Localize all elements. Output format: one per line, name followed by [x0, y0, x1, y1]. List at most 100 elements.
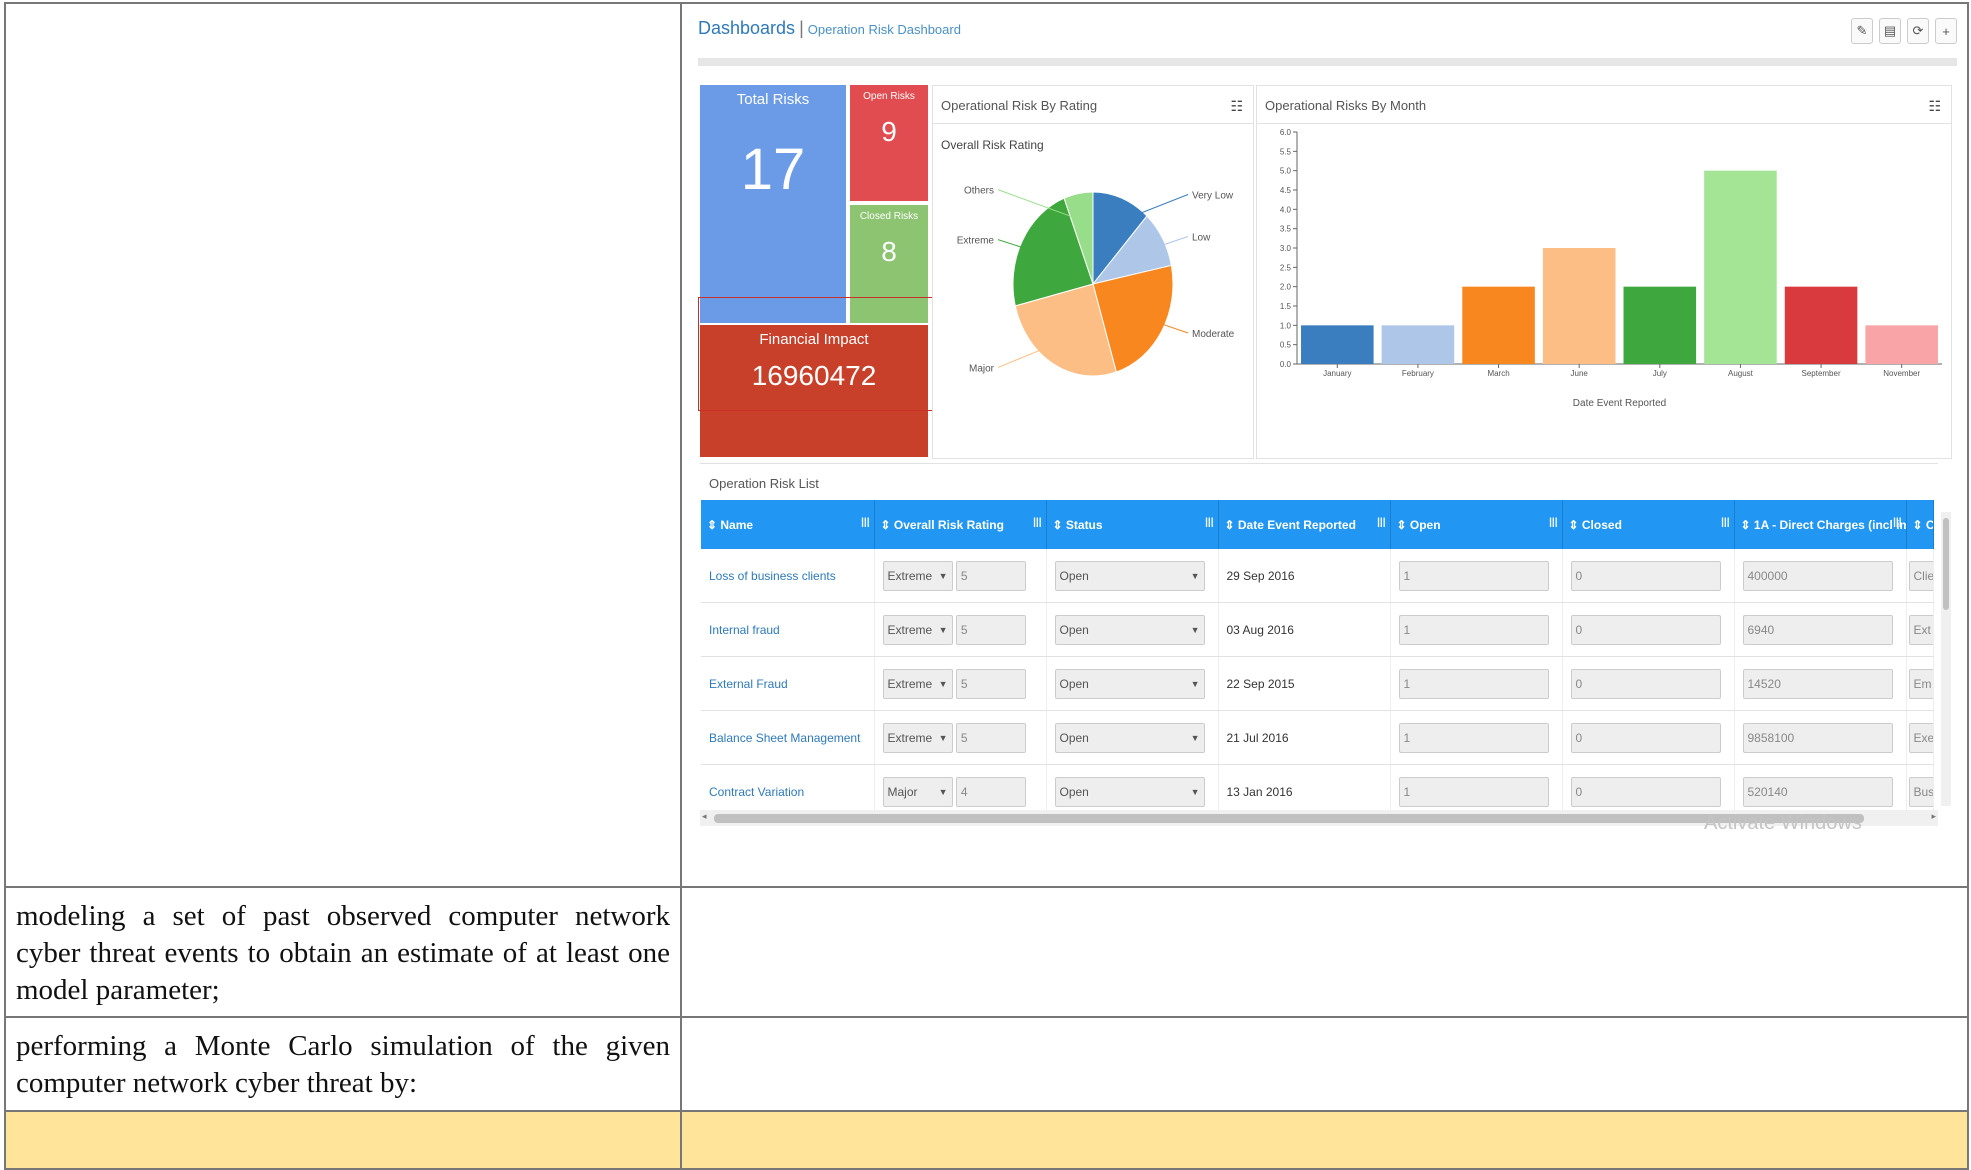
status-select[interactable]: Open ▼ [1054, 614, 1205, 645]
dropdown-arrow-icon: ▼ [1190, 786, 1200, 797]
rating-select[interactable]: Extreme ▼ [882, 722, 953, 753]
open-input[interactable]: 1 [1398, 776, 1549, 807]
bar[interactable] [1381, 325, 1455, 364]
pie-label: Low [1192, 233, 1211, 244]
column-resize-icon[interactable]: ||| [861, 517, 869, 528]
sort-icon[interactable]: ⇕ [1225, 518, 1238, 532]
sort-icon[interactable]: ⇕ [1053, 518, 1066, 532]
open-input[interactable]: 1 [1398, 560, 1549, 591]
charges-cell: 9858100 [1734, 710, 1907, 765]
closed-input[interactable]: 0 [1570, 560, 1721, 591]
pdf-icon[interactable]: ▤ [1879, 18, 1901, 44]
table-row[interactable]: Internal fraud Extreme ▼ 5 Open ▼ 03 Aug 2016… [701, 602, 1934, 657]
total-risks-tile[interactable]: Total Risks 17 [700, 85, 846, 323]
scroll-thumb[interactable] [714, 814, 1864, 823]
column-header[interactable]: ⇕ Ca [1906, 500, 1934, 549]
scroll-right-icon[interactable]: ▸ [1931, 811, 1936, 822]
list-icon[interactable]: ☷ [1928, 98, 1941, 115]
closed-input[interactable]: 0 [1570, 722, 1721, 753]
open-input[interactable]: 1 [1398, 668, 1549, 699]
closed-input[interactable]: 0 [1570, 776, 1721, 807]
closed-input[interactable]: 0 [1570, 668, 1721, 699]
y-tick-label: 1.0 [1280, 321, 1292, 330]
column-resize-icon[interactable]: ||| [1205, 517, 1213, 528]
score-input[interactable]: 4 [955, 776, 1026, 807]
risk-name-link[interactable]: Contract Variation [709, 785, 804, 799]
rating-select[interactable]: Extreme ▼ [882, 668, 953, 699]
risk-name-link[interactable]: Balance Sheet Management [709, 731, 860, 745]
score-input[interactable]: 5 [955, 614, 1026, 645]
sort-icon[interactable]: ⇕ [707, 518, 720, 532]
table-row[interactable]: Balance Sheet Management Extreme ▼ 5 Open ▼ 2… [701, 710, 1934, 765]
column-header[interactable]: ⇕ Overall Risk Rating ||| [874, 500, 1047, 549]
column-header[interactable]: ⇕ Status ||| [1046, 500, 1219, 549]
dropdown-arrow-icon: ▼ [1190, 678, 1200, 689]
vertical-scrollbar[interactable] [1941, 512, 1951, 806]
column-resize-icon[interactable]: ||| [1033, 517, 1041, 528]
bar[interactable] [1542, 248, 1616, 364]
risk-name-link[interactable]: Loss of business clients [709, 569, 836, 583]
risk-name-link[interactable]: External Fraud [709, 677, 788, 691]
table-row[interactable]: External Fraud Extreme ▼ 5 Open ▼ 22 Sep 2015… [701, 656, 1934, 711]
column-header[interactable]: ⇕ Closed ||| [1562, 500, 1735, 549]
dashboards-link[interactable]: Dashboards [698, 18, 795, 38]
status-select[interactable]: Open ▼ [1054, 668, 1205, 699]
rating-select[interactable]: Extreme ▼ [882, 560, 953, 591]
list-icon[interactable]: ☷ [1230, 98, 1243, 115]
x-tick-label: September [1801, 369, 1840, 378]
scroll-thumb[interactable] [1943, 518, 1949, 610]
charges-input[interactable]: 400000 [1742, 560, 1893, 591]
column-header-label: Status [1065, 517, 1103, 532]
charges-input[interactable]: 9858100 [1742, 722, 1893, 753]
category-input[interactable]: Bus [1908, 776, 1932, 807]
closed-input[interactable]: 0 [1570, 614, 1721, 645]
column-header[interactable]: ⇕ Date Event Reported ||| [1218, 500, 1391, 549]
rating-select[interactable]: Major ▼ [882, 776, 953, 807]
column-header[interactable]: ⇕ Name ||| [701, 500, 875, 549]
open-input[interactable]: 1 [1398, 722, 1549, 753]
bar[interactable] [1704, 170, 1777, 364]
charges-input[interactable]: 14520 [1742, 668, 1893, 699]
bar[interactable] [1301, 325, 1374, 364]
score-input[interactable]: 5 [955, 560, 1026, 591]
scroll-left-icon[interactable]: ◂ [702, 811, 707, 822]
bar[interactable] [1623, 286, 1697, 364]
score-input[interactable]: 5 [955, 722, 1026, 753]
open-input[interactable]: 1 [1398, 614, 1549, 645]
column-resize-icon[interactable]: ||| [1549, 517, 1557, 528]
sort-icon[interactable]: ⇕ [881, 518, 894, 532]
bar[interactable] [1784, 286, 1858, 364]
plus-icon[interactable]: + [1935, 18, 1957, 44]
risk-name-link[interactable]: Internal fraud [709, 623, 780, 637]
pie-chart-title: Overall Risk Rating [941, 138, 1044, 152]
column-resize-icon[interactable]: ||| [1721, 517, 1729, 528]
bar[interactable] [1865, 325, 1938, 364]
sort-icon[interactable]: ⇕ [1569, 518, 1582, 532]
category-input[interactable]: Clie [1908, 560, 1932, 591]
column-header[interactable]: ⇕ 1A - Direct Charges (incl im... ||| [1734, 500, 1907, 549]
charges-input[interactable]: 6940 [1742, 614, 1893, 645]
charges-input[interactable]: 520140 [1742, 776, 1893, 807]
category-input[interactable]: Ext [1908, 614, 1932, 645]
rating-cell: Extreme ▼ 5 [874, 602, 1047, 657]
category-input[interactable]: Em [1908, 668, 1932, 699]
rating-select[interactable]: Extreme ▼ [882, 614, 953, 645]
x-tick-label: June [1571, 369, 1589, 378]
status-value: Open [1059, 676, 1089, 691]
sort-icon[interactable]: ⇕ [1913, 518, 1926, 532]
sort-icon[interactable]: ⇕ [1397, 518, 1410, 532]
sort-icon[interactable]: ⇕ [1741, 518, 1754, 532]
column-header[interactable]: ⇕ Open ||| [1390, 500, 1563, 549]
column-resize-icon[interactable]: ||| [1893, 517, 1901, 528]
score-input[interactable]: 5 [955, 668, 1026, 699]
open-risks-tile[interactable]: Open Risks 9 [850, 85, 928, 201]
status-select[interactable]: Open ▼ [1054, 776, 1205, 807]
column-resize-icon[interactable]: ||| [1377, 517, 1385, 528]
refresh-icon[interactable]: ⟳ [1907, 18, 1929, 44]
bar[interactable] [1462, 286, 1535, 364]
category-input[interactable]: Exe [1908, 722, 1932, 753]
status-select[interactable]: Open ▼ [1054, 560, 1205, 591]
pencil-icon[interactable]: ✎ [1851, 18, 1873, 44]
status-select[interactable]: Open ▼ [1054, 722, 1205, 753]
table-row[interactable]: Loss of business clients Extreme ▼ 5 Open ▼ 2… [701, 549, 1934, 603]
